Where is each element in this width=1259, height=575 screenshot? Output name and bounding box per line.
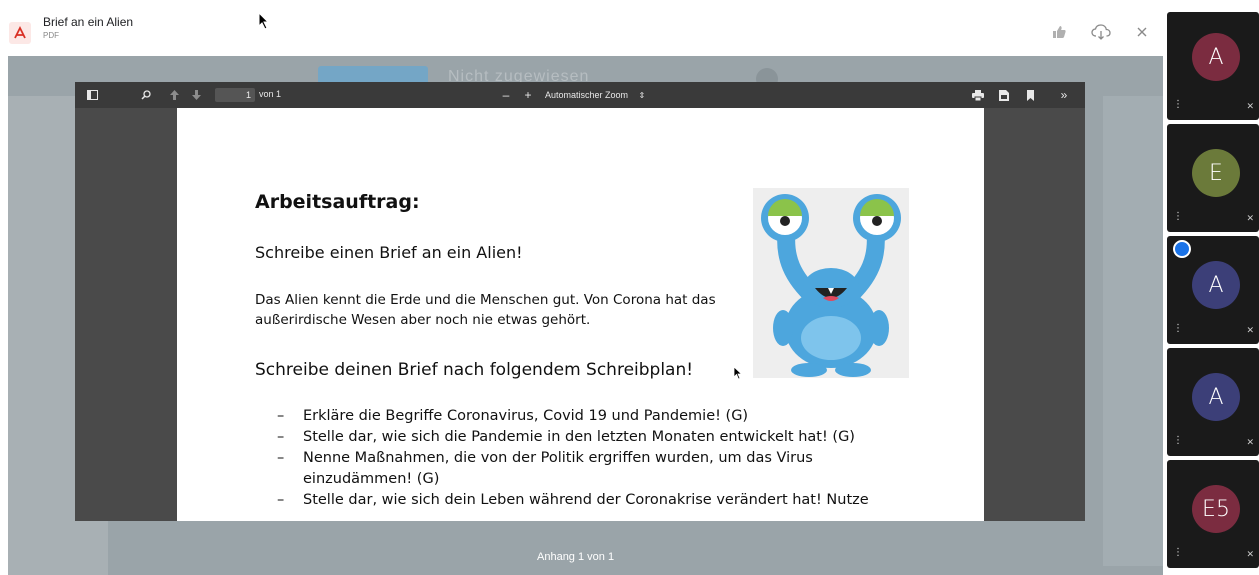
more-options-icon[interactable]: ⋮	[1173, 324, 1183, 334]
cloud-download-icon[interactable]	[1089, 20, 1113, 44]
previous-page-icon[interactable]	[167, 88, 181, 102]
microphone-off-icon: ✕	[1246, 213, 1254, 223]
zoom-select[interactable]: Automatischer Zoom ⇕	[545, 88, 667, 102]
speaking-indicator-icon	[1173, 240, 1191, 258]
mouse-cursor-icon	[258, 12, 270, 30]
document-subheading: Schreibe einen Brief an ein Alien!	[255, 243, 523, 262]
alien-illustration	[753, 188, 909, 378]
document-paragraph: Das Alien kennt die Erde und die Mensche…	[255, 292, 716, 328]
zoom-select-value: Automatischer Zoom	[545, 90, 629, 100]
background-panel-right	[1103, 96, 1163, 566]
file-title: Brief an ein Alien	[43, 15, 134, 29]
list-item: Erkläre die Begriffe Coronavirus, Covid …	[277, 406, 917, 427]
participant-tile[interactable]: E5 ⋮ ✕	[1167, 460, 1259, 568]
microphone-off-icon: ✕	[1246, 325, 1254, 335]
next-page-icon[interactable]	[189, 88, 203, 102]
more-options-icon[interactable]: ⋮	[1173, 436, 1183, 446]
avatar: A	[1192, 33, 1240, 81]
zoom-in-button[interactable]: +	[521, 88, 535, 102]
file-type: PDF	[43, 31, 59, 40]
microphone-off-icon: ✕	[1246, 437, 1254, 447]
participant-tile[interactable]: A ⋮ ✕	[1167, 348, 1259, 456]
close-icon[interactable]	[1130, 20, 1154, 44]
microphone-off-icon: ✕	[1246, 101, 1254, 111]
avatar: A	[1192, 373, 1240, 421]
pdf-icon	[9, 22, 31, 44]
bookmark-icon[interactable]	[1023, 88, 1037, 102]
pdf-page: Arbeitsauftrag: Schreibe einen Brief an …	[177, 108, 984, 521]
document-plan-heading: Schreibe deinen Brief nach folgendem Sch…	[255, 360, 694, 380]
search-icon[interactable]	[139, 88, 153, 102]
pdf-toolbar: 1 von 1 – + Automatischer Zoom ⇕ »	[75, 82, 1085, 108]
attachment-counter: Anhang 1 von 1	[537, 551, 615, 563]
print-icon[interactable]	[971, 88, 985, 102]
participant-tile[interactable]: A ⋮ ✕	[1167, 12, 1259, 120]
more-options-icon[interactable]: ⋮	[1173, 548, 1183, 558]
avatar: E	[1192, 149, 1240, 197]
participant-tile[interactable]: A ⋮ ✕	[1167, 236, 1259, 344]
list-item: Stelle dar, wie sich die Pandemie in den…	[277, 427, 917, 448]
chevron-down-icon: ⇕	[638, 91, 646, 100]
more-options-icon[interactable]: ⋮	[1173, 100, 1183, 110]
page-total-label: von 1	[259, 89, 282, 99]
participant-strip: A ⋮ ✕ E ⋮ ✕ A ⋮ ✕ A ⋮ ✕ E5 ⋮ ✕	[1163, 0, 1259, 575]
file-header: Brief an ein Alien PDF	[0, 0, 1163, 46]
more-tools-icon[interactable]: »	[1057, 88, 1071, 102]
sidebar-toggle-icon[interactable]	[85, 88, 99, 102]
download-icon[interactable]	[997, 88, 1011, 102]
list-item: Nenne Maßnahmen, die von der Politik erg…	[277, 448, 917, 490]
thumbs-up-icon[interactable]	[1047, 20, 1071, 44]
page-number-input[interactable]: 1	[215, 88, 255, 102]
participant-tile[interactable]: E ⋮ ✕	[1167, 124, 1259, 232]
zoom-out-button[interactable]: –	[499, 88, 513, 102]
list-item: Stelle dar, wie sich dein Leben während …	[277, 490, 917, 511]
microphone-off-icon: ✕	[1246, 549, 1254, 559]
task-list: Erkläre die Begriffe Coronavirus, Covid …	[277, 406, 917, 511]
avatar: A	[1192, 261, 1240, 309]
document-heading: Arbeitsauftrag:	[255, 191, 420, 213]
pdf-viewer: 1 von 1 – + Automatischer Zoom ⇕ » Arbei…	[75, 82, 1085, 521]
more-options-icon[interactable]: ⋮	[1173, 212, 1183, 222]
avatar: E5	[1192, 485, 1240, 533]
mouse-cursor-icon	[733, 366, 743, 380]
